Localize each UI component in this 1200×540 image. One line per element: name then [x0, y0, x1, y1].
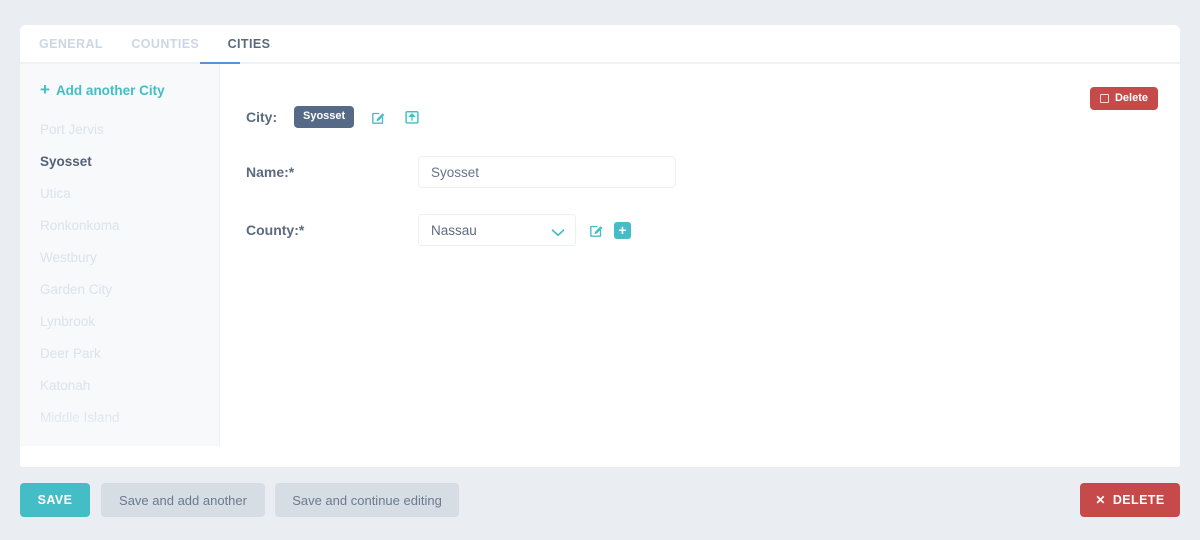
tab-cities[interactable]: CITIES [228, 25, 271, 64]
add-another-city-label: Add another City [56, 83, 165, 98]
tab-bar: GENERAL COUNTIES CITIES [20, 25, 1180, 64]
delete-label: DELETE [1113, 493, 1165, 507]
city-header-row: City: Syosset [246, 104, 1180, 130]
list-item[interactable]: Westbury [20, 242, 219, 274]
list-item[interactable]: Lynbrook [20, 306, 219, 338]
card-body: + Add another City Port Jervis Syosset U… [20, 64, 1180, 465]
footer-toolbar: SAVE Save and add another Save and conti… [0, 483, 1200, 521]
list-item[interactable]: Utica [20, 178, 219, 210]
name-input[interactable] [418, 156, 676, 188]
city-sidebar: + Add another City Port Jervis Syosset U… [20, 64, 220, 446]
save-and-continue-editing-button[interactable]: Save and continue editing [275, 483, 459, 517]
list-item[interactable]: Garden City [20, 274, 219, 306]
county-select[interactable]: Nassau [418, 214, 576, 246]
close-x-icon: ✕ [1095, 493, 1105, 507]
tab-general[interactable]: GENERAL [39, 25, 103, 64]
name-label: Name:* [246, 164, 418, 180]
plus-square-icon[interactable]: + [614, 222, 631, 239]
list-item[interactable]: Middle Island [20, 402, 219, 434]
city-list: Port Jervis Syosset Utica Ronkonkoma Wes… [20, 114, 219, 446]
list-item[interactable]: Ronkonkoma [20, 210, 219, 242]
list-item-active[interactable]: Syosset [20, 146, 219, 178]
county-edit-pencil-icon[interactable] [586, 220, 606, 240]
name-row: Name:* [246, 156, 1180, 188]
list-item[interactable]: Port Jervis [20, 114, 219, 146]
save-and-add-another-button[interactable]: Save and add another [101, 483, 265, 517]
county-row: County:* Nassau + [246, 214, 1180, 246]
list-item[interactable]: Katonah [20, 370, 219, 402]
list-item[interactable]: Brooklyn [20, 434, 219, 446]
add-another-city-button[interactable]: + Add another City [20, 76, 219, 104]
city-form: City: Syosset Name:* [220, 64, 1180, 465]
delete-button-top[interactable]: Delete [1090, 87, 1158, 110]
county-select-value: Nassau [431, 223, 477, 238]
save-button[interactable]: SAVE [20, 483, 90, 517]
list-item[interactable]: Deer Park [20, 338, 219, 370]
status-badge: Syosset [294, 106, 354, 128]
chevron-down-icon [551, 226, 565, 241]
content-card: GENERAL COUNTIES CITIES + Add another Ci… [20, 25, 1180, 467]
plus-icon: + [40, 81, 50, 98]
edit-pencil-icon[interactable] [368, 107, 388, 127]
tab-counties[interactable]: COUNTIES [131, 25, 199, 64]
delete-top-label: Delete [1115, 92, 1148, 104]
open-external-icon[interactable] [402, 107, 422, 127]
trash-square-icon [1100, 94, 1109, 103]
city-label: City: [246, 109, 294, 125]
county-label: County:* [246, 222, 418, 238]
delete-button[interactable]: ✕ DELETE [1080, 483, 1180, 517]
